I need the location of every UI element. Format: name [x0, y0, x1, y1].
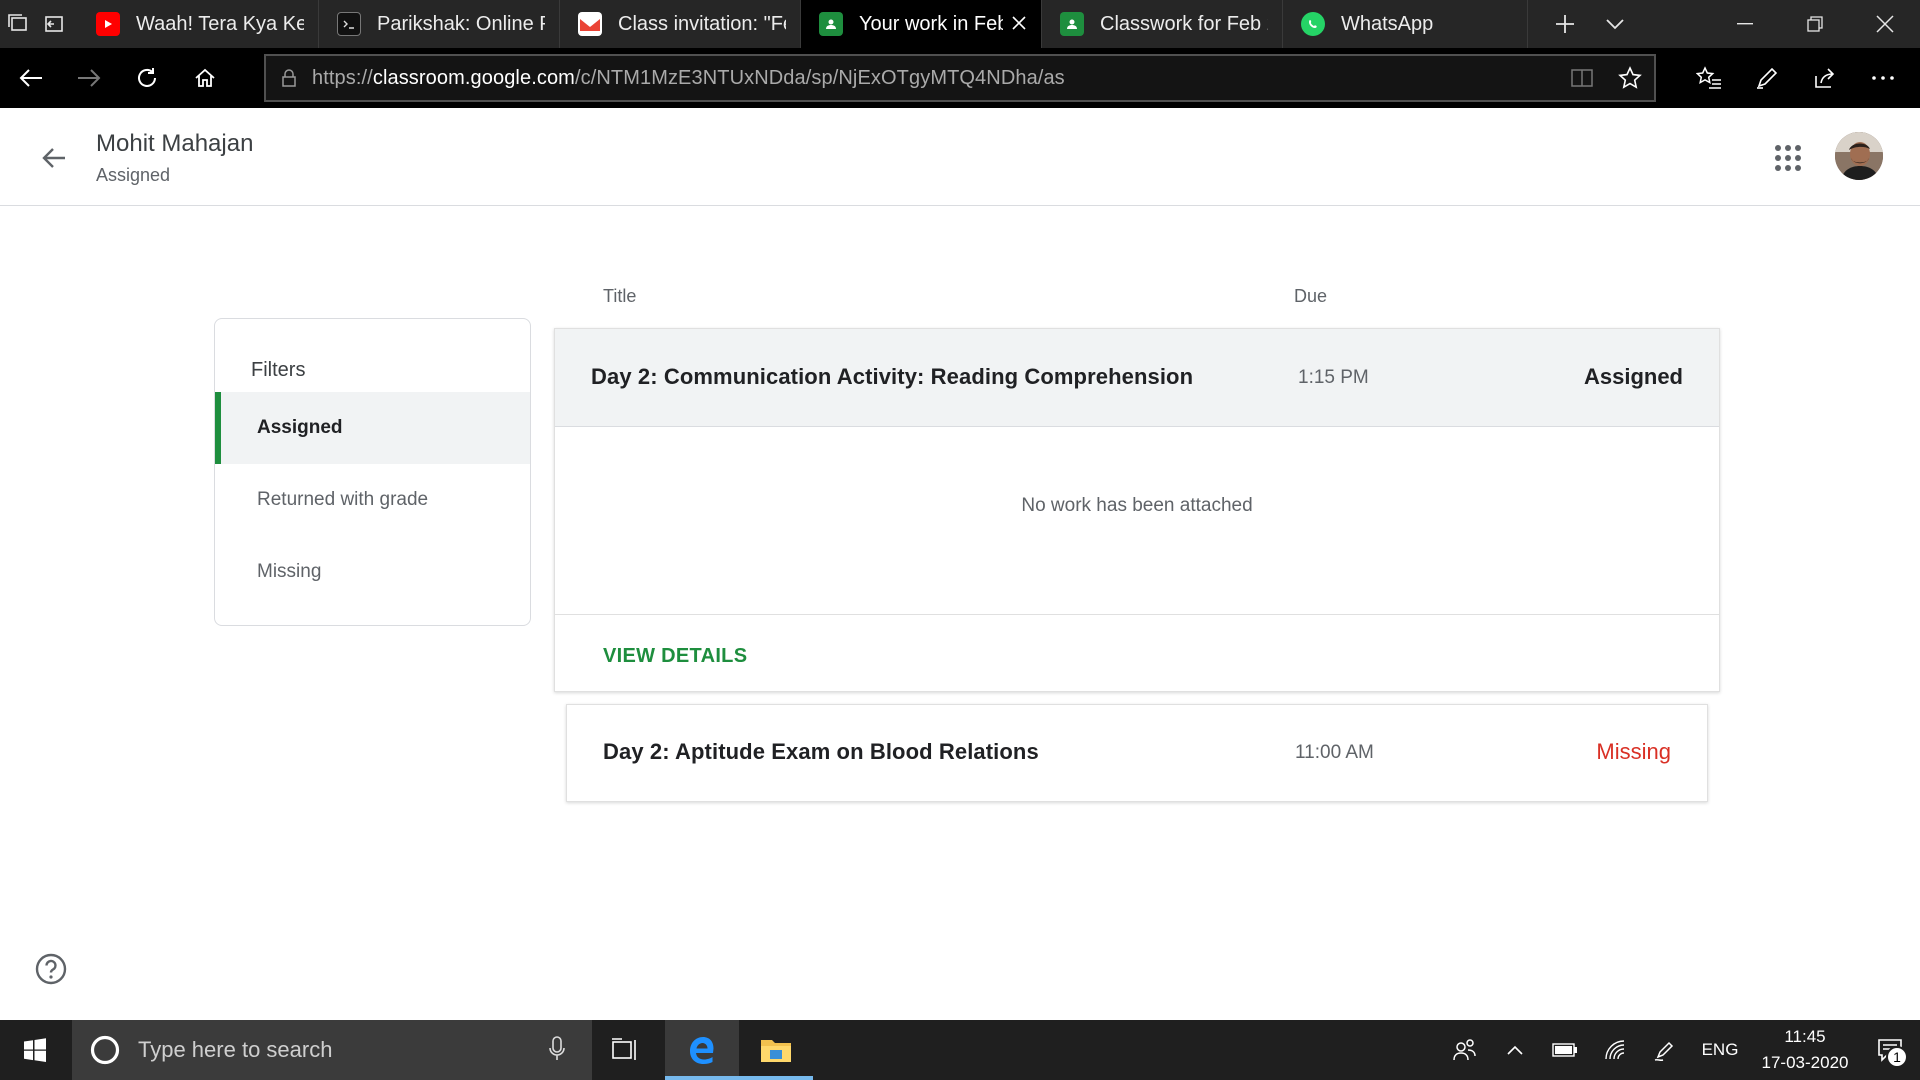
tab-actions-icon[interactable] [0, 0, 36, 48]
gmail-icon [578, 12, 602, 36]
system-tray: ENG 11:45 17-03-2020 1 [1440, 1020, 1920, 1080]
assignment-due: 1:15 PM [1298, 367, 1369, 388]
task-view-icon[interactable] [588, 1020, 662, 1080]
pen-icon[interactable] [1738, 48, 1796, 108]
minimize-window-icon[interactable] [1710, 0, 1780, 48]
refresh-icon[interactable] [118, 48, 176, 108]
tab-title: Parikshak: Online Proctoring [377, 12, 545, 35]
divider [555, 614, 1719, 615]
browser-tab-gmail[interactable]: Class invitation: "Feb [560, 0, 801, 48]
favorite-star-icon[interactable] [1606, 66, 1654, 90]
view-details-button[interactable]: VIEW DETAILS [603, 645, 747, 668]
page-subtitle: Assigned [96, 165, 171, 185]
filter-returned-with-grade[interactable]: Returned with grade [215, 464, 530, 536]
url-domain: classroom.google.com [372, 66, 575, 89]
browser-tab-youtube[interactable]: Waah! Tera Kya Kehna [78, 0, 319, 48]
assignment-title: Day 2: Communication Activity: Reading C… [591, 364, 1194, 389]
browser-navigation-bar: https://classroom.google.com/c/NTM1MzE3N… [0, 48, 1920, 108]
whatsapp-icon [1301, 12, 1325, 36]
clock-time: 11:45 [1784, 1027, 1826, 1046]
browser-tab-parikshak[interactable]: Parikshak: Online Proctoring [319, 0, 560, 48]
filter-label: Returned with grade [257, 489, 429, 510]
share-icon[interactable] [1796, 48, 1854, 108]
filter-label: Missing [257, 561, 322, 582]
assignment-title: Day 2: Aptitude Exam on Blood Relations [603, 739, 1039, 764]
terminal-icon [337, 12, 361, 36]
restore-window-icon[interactable] [1780, 0, 1850, 48]
action-center-icon[interactable]: 1 [1860, 1020, 1920, 1080]
search-placeholder: Type here to search [138, 1037, 333, 1062]
people-icon[interactable] [1440, 1020, 1490, 1080]
filter-missing[interactable]: Missing [215, 536, 530, 608]
filters-title: Filters [251, 359, 306, 381]
browser-tab-strip: Waah! Tera Kya Kehna Parikshak: Online P… [0, 0, 1920, 48]
browser-tab-classroom-active[interactable]: Your work in Feb [801, 0, 1042, 48]
clock-date: 17-03-2020 [1761, 1053, 1849, 1072]
help-icon[interactable] [34, 952, 68, 986]
column-header-title: Title [603, 286, 637, 306]
youtube-icon [96, 12, 120, 36]
tab-title: Your work in Feb [859, 12, 1003, 35]
back-arrow-icon[interactable] [36, 140, 72, 176]
tab-preview-chevron-down-icon[interactable] [1590, 0, 1640, 48]
windows-ink-icon[interactable] [1640, 1020, 1690, 1080]
edge-browser-icon[interactable] [665, 1020, 739, 1080]
browser-tab-classwork[interactable]: Classwork for Feb 2020 [1042, 0, 1283, 48]
assignment-status: Assigned [1583, 364, 1683, 389]
address-bar[interactable]: https://classroom.google.com/c/NTM1MzE3N… [264, 54, 1656, 102]
assignment-status-missing: Missing [1596, 739, 1671, 764]
reading-view-icon[interactable] [1558, 68, 1606, 88]
google-apps-grid-icon[interactable] [1774, 144, 1802, 172]
tab-title: WhatsApp [1341, 12, 1434, 35]
empty-attachments-text: No work has been attached [1021, 495, 1253, 516]
cortana-icon[interactable] [72, 1034, 138, 1066]
browser-tab-whatsapp[interactable]: WhatsApp [1283, 0, 1528, 48]
new-tab-icon[interactable] [1540, 0, 1590, 48]
filter-label: Assigned [257, 417, 343, 438]
more-options-icon[interactable] [1854, 48, 1912, 108]
tab-title: Waah! Tera Kya Kehna [136, 12, 304, 35]
battery-icon[interactable] [1540, 1020, 1590, 1080]
assignment-card-expanded: Day 2: Communication Activity: Reading C… [554, 328, 1720, 692]
student-name: Mohit Mahajan [96, 130, 254, 157]
url-scheme: https:// [312, 66, 373, 89]
windows-start-icon[interactable] [0, 1020, 70, 1080]
favorites-icon[interactable] [1680, 48, 1738, 108]
taskbar-clock[interactable]: 11:45 17-03-2020 [1750, 1024, 1860, 1076]
microphone-icon[interactable] [548, 1036, 566, 1067]
classroom-header: Mohit Mahajan Assigned [0, 108, 1920, 206]
taskbar-search-box[interactable]: Type here to search [72, 1020, 592, 1080]
lock-icon[interactable] [266, 68, 312, 88]
avatar[interactable] [1835, 132, 1883, 180]
home-icon[interactable] [176, 48, 234, 108]
tab-title: Classwork for Feb 2020 [1100, 12, 1268, 35]
set-tabs-aside-icon[interactable] [36, 0, 72, 48]
classroom-icon [1060, 12, 1084, 36]
url-text[interactable]: https://classroom.google.com/c/NTM1MzE3N… [312, 67, 1065, 90]
close-tab-icon[interactable] [1011, 13, 1027, 35]
windows-taskbar: Type here to search ENG 11:45 17-03-2020… [0, 1020, 1920, 1080]
notification-count-badge: 1 [1886, 1046, 1908, 1068]
assignment-due: 11:00 AM [1295, 742, 1374, 763]
show-hidden-icons-chevron-up-icon[interactable] [1490, 1020, 1540, 1080]
assignment-row[interactable]: Day 2: Aptitude Exam on Blood Relations … [566, 704, 1708, 802]
back-icon[interactable] [2, 48, 60, 108]
tab-title: Class invitation: "Feb [618, 12, 786, 35]
input-language[interactable]: ENG [1690, 1040, 1750, 1060]
file-explorer-icon[interactable] [739, 1020, 813, 1080]
filter-assigned[interactable]: Assigned [215, 392, 530, 464]
url-path: /c/NTM1MzE3NTUxNDda/sp/NjExOTgyMTQ4NDha/… [574, 66, 1065, 89]
column-header-due: Due [1294, 286, 1328, 306]
wifi-icon[interactable] [1590, 1020, 1640, 1080]
close-window-icon[interactable] [1850, 0, 1920, 48]
forward-icon[interactable] [60, 48, 118, 108]
assignment-row[interactable]: Day 2: Communication Activity: Reading C… [555, 329, 1719, 427]
filters-panel: Filters Assigned Returned with grade Mis… [214, 318, 531, 626]
classroom-icon [819, 12, 843, 36]
